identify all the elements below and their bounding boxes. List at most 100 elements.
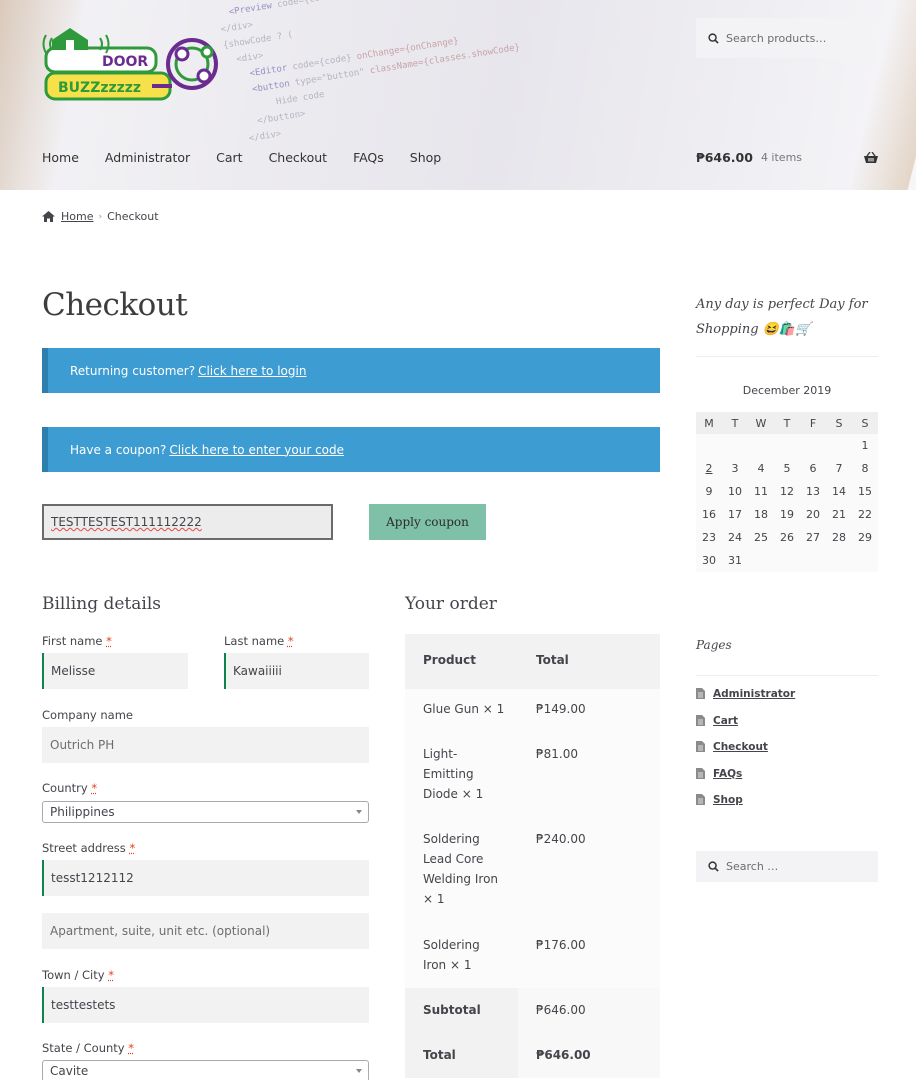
calendar-day: 12 xyxy=(774,480,800,503)
basket-icon xyxy=(864,151,878,163)
pages-widget-list: Administrator Cart Checkout FAQs Shop xyxy=(696,688,878,821)
state-county-select-value: Cavite xyxy=(50,1064,89,1078)
calendar-weekday: T xyxy=(722,412,748,434)
calendar-day: 23 xyxy=(696,526,722,549)
town-city-label: Town / City * xyxy=(42,968,114,982)
order-item-row: Soldering Iron × 1 ₱176.00 xyxy=(405,925,660,988)
calendar-week-row: 2345678 xyxy=(696,457,878,480)
calendar-day xyxy=(852,549,878,572)
calendar-week-row: 16 17 18 19 20 21 22 xyxy=(696,503,878,526)
calendar-day: 18 xyxy=(748,503,774,526)
calendar-day xyxy=(774,549,800,572)
sidebar-search-box[interactable]: Search … xyxy=(696,851,878,882)
nav-item-checkout[interactable]: Checkout xyxy=(269,150,327,165)
pages-link-cart[interactable]: Cart xyxy=(713,715,738,727)
required-mark: * xyxy=(106,634,112,648)
calendar-day-link[interactable]: 2 xyxy=(706,462,713,475)
calendar-weekday: M xyxy=(696,412,722,434)
calendar-day: 30 xyxy=(696,549,722,572)
sidebar-search-placeholder: Search … xyxy=(726,860,779,873)
order-item-total: ₱176.00 xyxy=(536,938,586,952)
pages-link-administrator[interactable]: Administrator xyxy=(713,688,795,700)
required-mark: * xyxy=(91,781,98,795)
chevron-down-icon xyxy=(356,1069,362,1073)
country-select[interactable]: Philippines xyxy=(42,801,369,823)
pages-widget-heading: Pages xyxy=(696,638,732,652)
calendar-day xyxy=(800,434,826,457)
coupon-code-value: TESTTESTEST111112222 xyxy=(51,515,202,529)
first-name-field[interactable]: Melisse xyxy=(42,653,188,689)
page-icon xyxy=(696,767,705,779)
calendar-day xyxy=(800,549,826,572)
svg-text:DOOR: DOOR xyxy=(102,54,148,70)
calendar-day: 6 xyxy=(800,457,826,480)
nav-item-home[interactable]: Home xyxy=(42,150,79,165)
product-search-box[interactable]: Search products… xyxy=(696,18,878,58)
order-table-header: Product Total xyxy=(405,634,660,689)
calendar-day xyxy=(696,434,722,457)
calendar-day xyxy=(748,434,774,457)
town-city-field[interactable]: testtestets xyxy=(42,987,369,1023)
apartment-field[interactable]: Apartment, suite, unit etc. (optional) xyxy=(42,913,369,949)
breadcrumb-separator: › xyxy=(98,211,103,222)
nav-item-faqs[interactable]: FAQs xyxy=(353,150,384,165)
breadcrumb-home-link[interactable]: Home xyxy=(61,210,93,223)
company-field[interactable]: Outrich PH xyxy=(42,727,369,763)
calendar-weekday: S xyxy=(852,412,878,434)
order-item-row: Soldering Lead Core Welding Iron × 1 ₱24… xyxy=(405,819,660,925)
calendar-day xyxy=(774,434,800,457)
street-address-label-text: Street address xyxy=(42,841,126,855)
order-item-name: Soldering Lead Core Welding Iron × 1 xyxy=(423,832,499,906)
calendar-weekday: W xyxy=(748,412,774,434)
state-county-select[interactable]: Cavite xyxy=(42,1060,369,1080)
pages-link-checkout[interactable]: Checkout xyxy=(713,741,768,753)
page-icon xyxy=(696,714,705,726)
required-mark: * xyxy=(128,1041,134,1055)
pages-list-item: Cart xyxy=(696,714,878,742)
street-address-field[interactable]: tesst1212112 xyxy=(42,860,369,896)
coupon-code-input[interactable]: TESTTESTEST111112222 xyxy=(42,504,333,540)
street-address-label: Street address * xyxy=(42,841,135,855)
calendar-day: 9 xyxy=(696,480,722,503)
calendar-day[interactable]: 2 xyxy=(696,457,722,480)
country-select-value: Philippines xyxy=(50,805,115,819)
nav-item-shop[interactable]: Shop xyxy=(410,150,441,165)
required-mark: * xyxy=(108,968,114,982)
last-name-label: Last name * xyxy=(224,634,294,648)
order-item-name: Glue Gun × 1 xyxy=(423,702,505,716)
country-label: Country * xyxy=(42,781,97,795)
nav-item-administrator[interactable]: Administrator xyxy=(105,150,190,165)
subtotal-value: ₱646.00 xyxy=(536,1003,586,1017)
search-icon xyxy=(708,861,719,872)
calendar-day: 14 xyxy=(826,480,852,503)
login-notice-text: Returning customer? xyxy=(70,363,196,378)
cart-amount: ₱646.00 xyxy=(696,150,753,165)
home-icon xyxy=(42,211,55,222)
column-header-product: Product xyxy=(423,653,476,667)
billing-details-heading: Billing details xyxy=(42,594,161,614)
coupon-link[interactable]: Click here to enter your code xyxy=(169,443,344,457)
login-link[interactable]: Click here to login xyxy=(198,364,306,378)
apply-coupon-button[interactable]: Apply coupon xyxy=(369,504,486,540)
calendar-widget: M T W T F S S 1 2 3 4 5 6 7 8 9 10 11 12 13 14 15 16 17 1… xyxy=(696,412,878,572)
pages-link-faqs[interactable]: FAQs xyxy=(713,768,742,780)
site-logo[interactable]: DOOR BUZZzzzzz xyxy=(42,26,226,108)
calendar-day: 15 xyxy=(852,480,878,503)
header-cart[interactable]: ₱646.00 4 items xyxy=(696,150,878,165)
order-item-total: ₱149.00 xyxy=(536,702,586,716)
calendar-day: 8 xyxy=(852,457,878,480)
order-item-name: Soldering Iron × 1 xyxy=(423,938,480,972)
pages-link-shop[interactable]: Shop xyxy=(713,794,743,806)
last-name-field[interactable]: Kawaiiiii xyxy=(224,653,369,689)
nav-item-cart[interactable]: Cart xyxy=(216,150,242,165)
page-icon xyxy=(696,741,705,752)
svg-text:BUZZzzzzz: BUZZzzzzz xyxy=(58,80,141,96)
calendar-day xyxy=(748,549,774,572)
calendar-day: 16 xyxy=(696,503,722,526)
calendar-day: 1 xyxy=(852,434,878,457)
town-city-label-text: Town / City xyxy=(42,968,105,982)
cart-item-count: 4 items xyxy=(760,151,803,164)
total-value: ₱646.00 xyxy=(536,1048,591,1062)
order-subtotal-row: Subtotal ₱646.00 xyxy=(405,988,660,1033)
order-item-total: ₱81.00 xyxy=(536,747,578,761)
